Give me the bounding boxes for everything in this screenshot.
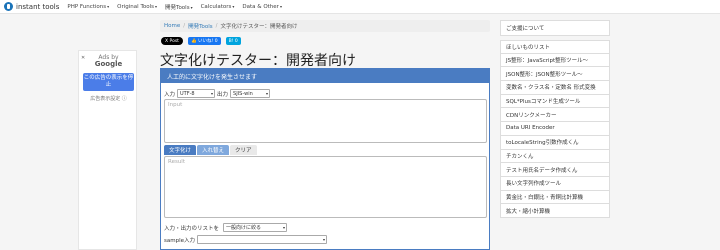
sidebar-item-name-convert[interactable]: 変数名・クラス名・定数名 形式変換 [500,81,610,95]
sidebar-item-golden-ratio[interactable]: 黄金比・白銀比・青銅比計算機 [500,190,610,205]
list-filter-row: 入力・出力のリストを 一般向けに絞る ▾ [164,223,288,232]
output-label: 出力 [217,91,229,98]
hatena-bookmark-button[interactable]: B! 0 [225,37,241,45]
sidebar-item-wishlist[interactable]: ほしいものリスト [500,40,610,54]
x-post-button[interactable]: X Post [161,37,183,45]
sidebar-item-chikan[interactable]: チカンくん [500,149,610,164]
brand-link[interactable]: instant tools [4,2,59,11]
list-filter-select[interactable]: 一般向けに絞る ▾ [223,223,288,232]
result-textarea[interactable]: Result [164,156,487,218]
brand-logo-icon [4,2,13,11]
output-encoding-select[interactable]: SJIS-win ▾ [230,89,271,98]
nav-label: PHP Functions [67,3,107,10]
caret-down-icon: ▾ [107,3,110,9]
page-title: 文字化けテスター：開発者向け [160,53,356,69]
select-value: SJIS-win [233,90,253,97]
chevron-down-icon: ▾ [266,91,269,96]
google-label: Google [94,60,123,68]
nav-dev-tools[interactable]: 開発Tools▾ [165,3,193,11]
nav-label: Calculators [200,3,232,10]
chevron-down-icon: ▾ [211,91,214,96]
caret-down-icon: ▾ [279,3,282,9]
caret-down-icon: ▾ [155,3,158,9]
right-sidebar: ご支援について ほしいものリスト JS整形：JavaScript整形ツール～ J… [500,20,610,218]
tool-panel: 人工的に文字化けを発生させます 入力 UTF-8 ▾ 出力 SJIS-win ▾ I… [160,68,490,250]
brand-name: instant tools [16,2,60,11]
breadcrumb-home[interactable]: Home [164,23,180,29]
sample-input-select[interactable]: ▾ [197,235,327,244]
sidebar-item-scale-calc[interactable]: 拡大・縮小計算機 [500,204,610,218]
nav-data-other[interactable]: Data & Other▾ [242,4,282,10]
input-textarea[interactable]: Input [164,99,487,143]
list-filter-label: 入力・出力のリストを [164,225,220,232]
sidebar-item-long-string[interactable]: 長い文字列作成ツール [500,176,610,191]
sidebar-item-cdn-link[interactable]: CDNリンクメーカー [500,108,610,123]
nav-original-tools[interactable]: Original Tools▾ [117,4,157,10]
share-buttons: X Post 👍 いいね! 0 B! 0 [161,37,241,45]
select-value: 一般向けに絞る [226,225,262,231]
breadcrumb-separator: / [183,23,186,29]
facebook-like-button[interactable]: 👍 いいね! 0 [187,37,221,45]
input-label: 入力 [164,91,176,98]
ads-by-label: Ads by Google [79,54,138,68]
encoding-row: 入力 UTF-8 ▾ 出力 SJIS-win ▾ [164,89,271,98]
breadcrumb-current: 文字化けテスター：開発者向け [220,24,298,30]
chevron-down-icon: ▾ [283,225,286,230]
action-buttons: 文字化け 入れ替え クリア [164,145,258,155]
caret-down-icon: ▾ [232,3,235,9]
sample-input-row: sample入力 ▾ [164,235,327,244]
sidebar-item-data-uri[interactable]: Data URI Encoder [500,122,610,136]
stop-ad-button[interactable]: この広告の表示を停止 [83,73,134,91]
sample-input-label: sample入力 [164,237,195,244]
sidebar-item-support[interactable]: ご支援について [500,20,610,36]
breadcrumb-separator: / [215,23,218,29]
chevron-down-icon: ▾ [322,237,325,242]
input-encoding-select[interactable]: UTF-8 ▾ [177,89,216,98]
nav-calculators[interactable]: Calculators▾ [201,4,235,10]
clear-button[interactable]: クリア [230,145,257,155]
garble-button[interactable]: 文字化け [164,145,197,155]
sidebar-item-test-names[interactable]: テスト用氏名データ作成くん [500,163,610,177]
sidebar-item-js-format[interactable]: JS整形：JavaScript整形ツール～ [500,53,610,68]
panel-header: 人工的に文字化けを発生させます [161,69,489,83]
ad-settings-link[interactable]: 広告表示設定 ⓘ [83,95,134,102]
sidebar-item-sqlplus[interactable]: SQL*Plusコマンド生成ツール [500,94,610,109]
ad-panel: ✕ Ads by Google この広告の表示を停止 広告表示設定 ⓘ [78,50,137,250]
sidebar-item-tolocalestring[interactable]: toLocaleString引数作成くん [500,135,610,150]
sidebar-item-json-format[interactable]: JSON整形：JSON整形ツール～ [500,67,610,82]
caret-down-icon: ▾ [190,4,193,10]
nav-php-functions[interactable]: PHP Functions▾ [67,4,109,10]
nav-label: Original Tools [117,3,154,10]
breadcrumb-section[interactable]: 開発Tools [188,22,213,30]
top-navbar: instant tools PHP Functions▾ Original To… [0,0,720,14]
breadcrumb: Home / 開発Tools / 文字化けテスター：開発者向け [160,20,490,32]
nav-label: Data & Other [242,3,279,10]
swap-button[interactable]: 入れ替え [197,145,230,155]
select-value: UTF-8 [180,90,195,97]
nav-label: 開発Tools [165,4,190,11]
